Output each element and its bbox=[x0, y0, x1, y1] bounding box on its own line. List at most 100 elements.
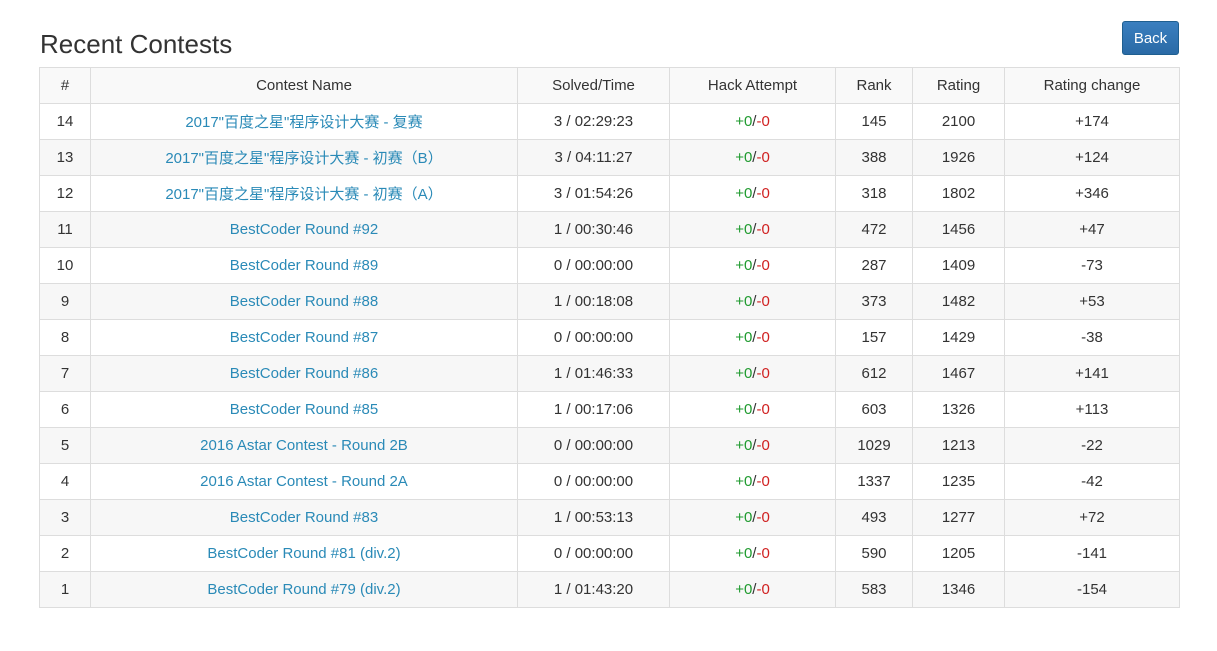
contest-index-cell: 4 bbox=[39, 463, 91, 500]
hack-success-count: +0 bbox=[735, 581, 753, 598]
hack-fail-count: -0 bbox=[756, 437, 770, 454]
hack-success-count: +0 bbox=[735, 545, 753, 562]
contest-name-link[interactable]: BestCoder Round #86 bbox=[230, 365, 378, 382]
hack-attempt-cell: +0/-0 bbox=[669, 103, 836, 140]
contest-name-cell: BestCoder Round #87 bbox=[90, 319, 518, 356]
hack-success-count: +0 bbox=[735, 329, 753, 346]
rating-change-cell: +53 bbox=[1004, 283, 1180, 320]
contest-name-link[interactable]: BestCoder Round #89 bbox=[230, 257, 378, 274]
hack-success-count: +0 bbox=[735, 509, 753, 526]
hack-success-count: +0 bbox=[735, 473, 753, 490]
contest-name-link[interactable]: 2017"百度之星"程序设计大赛 - 复赛 bbox=[185, 114, 422, 131]
table-row: 10 BestCoder Round #89 0 / 00:00:00 +0/-0 28… bbox=[39, 247, 1180, 284]
hack-fail-count: -0 bbox=[756, 473, 770, 490]
contest-index-cell: 7 bbox=[39, 355, 91, 392]
hack-attempt-cell: +0/-0 bbox=[669, 211, 836, 248]
hack-attempt-cell: +0/-0 bbox=[669, 175, 836, 212]
table-row: 1 BestCoder Round #79 (div.2) 1 / 01:43:20… bbox=[39, 571, 1180, 608]
contest-name-cell: 2016 Astar Contest - Round 2A bbox=[90, 463, 518, 500]
hack-attempt-cell: +0/-0 bbox=[669, 427, 836, 464]
contest-name-cell: BestCoder Round #89 bbox=[90, 247, 518, 284]
hack-fail-count: -0 bbox=[756, 365, 770, 382]
hack-success-count: +0 bbox=[735, 437, 753, 454]
back-button[interactable]: Back bbox=[1122, 21, 1179, 55]
hack-success-count: +0 bbox=[735, 113, 753, 130]
rank-cell: 603 bbox=[835, 391, 913, 428]
solved-time-cell: 1 / 00:18:08 bbox=[517, 283, 670, 320]
solved-time-cell: 3 / 04:11:27 bbox=[517, 139, 670, 176]
contest-name-cell: 2016 Astar Contest - Round 2B bbox=[90, 427, 518, 464]
rating-cell: 1926 bbox=[912, 139, 1005, 176]
solved-time-cell: 1 / 00:17:06 bbox=[517, 391, 670, 428]
hack-attempt-cell: +0/-0 bbox=[669, 463, 836, 500]
hack-fail-count: -0 bbox=[756, 149, 770, 166]
hack-attempt-cell: +0/-0 bbox=[669, 391, 836, 428]
rank-cell: 612 bbox=[835, 355, 913, 392]
contest-name-link[interactable]: BestCoder Round #92 bbox=[230, 221, 378, 238]
contest-name-link[interactable]: BestCoder Round #83 bbox=[230, 509, 378, 526]
rating-change-cell: +47 bbox=[1004, 211, 1180, 248]
solved-time-cell: 1 / 01:46:33 bbox=[517, 355, 670, 392]
contest-name-link[interactable]: 2017"百度之星"程序设计大赛 - 初赛（B） bbox=[165, 150, 442, 167]
contest-index-cell: 1 bbox=[39, 571, 91, 608]
contest-name-link[interactable]: BestCoder Round #87 bbox=[230, 329, 378, 346]
contest-name-link[interactable]: 2016 Astar Contest - Round 2B bbox=[200, 437, 408, 454]
table-row: 9 BestCoder Round #88 1 / 00:18:08 +0/-0 373… bbox=[39, 283, 1180, 320]
rating-cell: 1277 bbox=[912, 499, 1005, 536]
table-row: 2 BestCoder Round #81 (div.2) 0 / 00:00:00… bbox=[39, 535, 1180, 572]
column-header-solved-time: Solved/Time bbox=[517, 67, 670, 104]
hack-fail-count: -0 bbox=[756, 257, 770, 274]
contest-index-cell: 11 bbox=[39, 211, 91, 248]
contest-name-cell: 2017"百度之星"程序设计大赛 - 复赛 bbox=[90, 103, 518, 140]
hack-success-count: +0 bbox=[735, 293, 753, 310]
contest-name-link[interactable]: BestCoder Round #81 (div.2) bbox=[207, 545, 400, 562]
rank-cell: 583 bbox=[835, 571, 913, 608]
rank-cell: 590 bbox=[835, 535, 913, 572]
rank-cell: 145 bbox=[835, 103, 913, 140]
contest-name-cell: BestCoder Round #88 bbox=[90, 283, 518, 320]
rank-cell: 493 bbox=[835, 499, 913, 536]
rank-cell: 1337 bbox=[835, 463, 913, 500]
rating-cell: 1456 bbox=[912, 211, 1005, 248]
contest-name-link[interactable]: 2016 Astar Contest - Round 2A bbox=[200, 473, 408, 490]
rating-cell: 1326 bbox=[912, 391, 1005, 428]
contest-index-cell: 6 bbox=[39, 391, 91, 428]
rating-change-cell: +141 bbox=[1004, 355, 1180, 392]
table-row: 6 BestCoder Round #85 1 / 00:17:06 +0/-0 603… bbox=[39, 391, 1180, 428]
rating-cell: 1213 bbox=[912, 427, 1005, 464]
contest-index-cell: 12 bbox=[39, 175, 91, 212]
table-row: 11 BestCoder Round #92 1 / 00:30:46 +0/-0 47… bbox=[39, 211, 1180, 248]
hack-success-count: +0 bbox=[735, 149, 753, 166]
rank-cell: 318 bbox=[835, 175, 913, 212]
contest-name-link[interactable]: BestCoder Round #88 bbox=[230, 293, 378, 310]
contest-name-cell: BestCoder Round #85 bbox=[90, 391, 518, 428]
column-header-contest-name: Contest Name bbox=[90, 67, 518, 104]
rank-cell: 472 bbox=[835, 211, 913, 248]
contest-name-link[interactable]: 2017"百度之星"程序设计大赛 - 初赛（A） bbox=[165, 186, 442, 203]
solved-time-cell: 0 / 00:00:00 bbox=[517, 535, 670, 572]
hack-success-count: +0 bbox=[735, 221, 753, 238]
rating-change-cell: +72 bbox=[1004, 499, 1180, 536]
table-header-row: # Contest Name Solved/Time Hack Attempt … bbox=[39, 67, 1180, 104]
contest-index-cell: 10 bbox=[39, 247, 91, 284]
column-header-index: # bbox=[39, 67, 91, 104]
hack-success-count: +0 bbox=[735, 185, 753, 202]
hack-fail-count: -0 bbox=[756, 185, 770, 202]
hack-success-count: +0 bbox=[735, 257, 753, 274]
table-row: 14 2017"百度之星"程序设计大赛 - 复赛 3 / 02:29:23 +0/-0… bbox=[39, 103, 1180, 140]
hack-attempt-cell: +0/-0 bbox=[669, 571, 836, 608]
hack-attempt-cell: +0/-0 bbox=[669, 139, 836, 176]
rank-cell: 373 bbox=[835, 283, 913, 320]
hack-success-count: +0 bbox=[735, 401, 753, 418]
contest-name-link[interactable]: BestCoder Round #79 (div.2) bbox=[207, 581, 400, 598]
solved-time-cell: 1 / 00:53:13 bbox=[517, 499, 670, 536]
hack-attempt-cell: +0/-0 bbox=[669, 319, 836, 356]
rating-change-cell: +113 bbox=[1004, 391, 1180, 428]
contest-name-link[interactable]: BestCoder Round #85 bbox=[230, 401, 378, 418]
solved-time-cell: 0 / 00:00:00 bbox=[517, 427, 670, 464]
rating-cell: 2100 bbox=[912, 103, 1005, 140]
contest-name-cell: BestCoder Round #92 bbox=[90, 211, 518, 248]
table-row: 3 BestCoder Round #83 1 / 00:53:13 +0/-0 493… bbox=[39, 499, 1180, 536]
rating-cell: 1346 bbox=[912, 571, 1005, 608]
rating-change-cell: +124 bbox=[1004, 139, 1180, 176]
